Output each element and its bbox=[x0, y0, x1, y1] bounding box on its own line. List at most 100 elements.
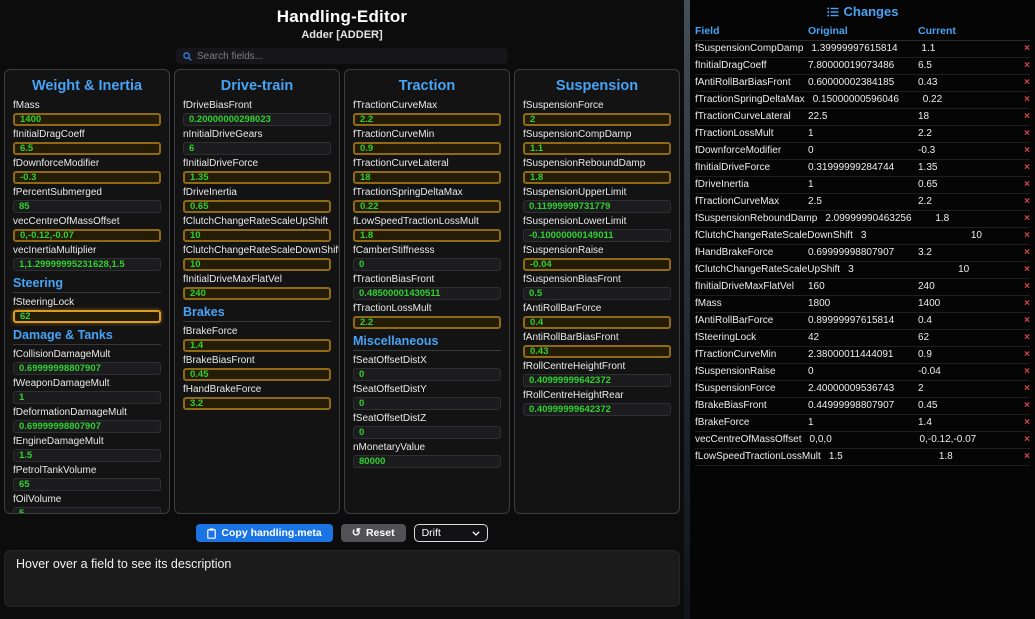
field-input-fSeatOffsetDistY[interactable] bbox=[353, 397, 501, 410]
reset-button-label: Reset bbox=[366, 527, 395, 539]
change-original: 1800 bbox=[808, 298, 918, 310]
field-input-fAntiRollBarForce[interactable] bbox=[523, 316, 671, 329]
field-input-fClutchChangeRateScaleDownShift[interactable] bbox=[183, 258, 331, 271]
field-input-fCamberStiffnesss[interactable] bbox=[353, 258, 501, 271]
field-label: fOilVolume bbox=[13, 494, 161, 505]
field-input-fHandBrakeForce[interactable] bbox=[183, 397, 331, 410]
remove-change-button[interactable]: × bbox=[1016, 264, 1030, 276]
remove-change-button[interactable]: × bbox=[1016, 400, 1030, 412]
field-input-fPercentSubmerged[interactable] bbox=[13, 200, 161, 213]
panel: Drive-trainfDriveBiasFrontnInitialDriveG… bbox=[174, 69, 340, 514]
field-input-nMonetaryValue[interactable] bbox=[353, 455, 501, 468]
field-input-fPetrolTankVolume[interactable] bbox=[13, 478, 161, 491]
change-original: 0.31999999284744 bbox=[808, 162, 918, 174]
field-input-fSteeringLock[interactable] bbox=[13, 310, 161, 323]
change-field: vecCentreOfMassOffset bbox=[695, 434, 810, 446]
change-current: -0.3 bbox=[918, 145, 1016, 157]
remove-change-button[interactable]: × bbox=[1016, 145, 1030, 157]
field-input-fBrakeForce[interactable] bbox=[183, 339, 331, 352]
field-input-fSuspensionUpperLimit[interactable] bbox=[523, 200, 671, 213]
field-label: fDriveInertia bbox=[183, 187, 331, 198]
field-fTractionCurveLateral: fTractionCurveLateral bbox=[353, 158, 501, 184]
field-input-fInitialDriveMaxFlatVel[interactable] bbox=[183, 287, 331, 300]
remove-change-button[interactable]: × bbox=[1016, 196, 1030, 208]
remove-change-button[interactable]: × bbox=[1016, 247, 1030, 259]
field-input-fAntiRollBarBiasFront[interactable] bbox=[523, 345, 671, 358]
field-input-fOilVolume[interactable] bbox=[13, 507, 161, 514]
changes-row: fTractionCurveMax2.52.2× bbox=[695, 194, 1030, 211]
remove-change-button[interactable]: × bbox=[1016, 60, 1030, 72]
field-input-nInitialDriveGears[interactable] bbox=[183, 142, 331, 155]
field-input-fSeatOffsetDistZ[interactable] bbox=[353, 426, 501, 439]
reset-button[interactable]: ↺ Reset bbox=[341, 524, 406, 542]
field-input-fDriveInertia[interactable] bbox=[183, 200, 331, 213]
search-bar[interactable] bbox=[176, 48, 508, 64]
field-input-fRollCentreHeightFront[interactable] bbox=[523, 374, 671, 387]
remove-change-button[interactable]: × bbox=[1016, 383, 1030, 395]
field-input-fCollisionDamageMult[interactable] bbox=[13, 362, 161, 375]
field-input-fTractionBiasFront[interactable] bbox=[353, 287, 501, 300]
column-header-field: Field bbox=[695, 25, 808, 37]
field-input-fSuspensionBiasFront[interactable] bbox=[523, 287, 671, 300]
change-original: 0,0,0 bbox=[810, 434, 920, 446]
remove-change-button[interactable]: × bbox=[1016, 111, 1030, 123]
field-input-fTractionCurveMin[interactable] bbox=[353, 142, 501, 155]
field-input-fLowSpeedTractionLossMult[interactable] bbox=[353, 229, 501, 242]
field-input-vecCentreOfMassOffset[interactable] bbox=[13, 229, 161, 242]
field-input-fMass[interactable] bbox=[13, 113, 161, 126]
remove-change-button[interactable]: × bbox=[1016, 349, 1030, 361]
remove-change-button[interactable]: × bbox=[1016, 451, 1030, 463]
remove-change-button[interactable]: × bbox=[1016, 332, 1030, 344]
field-input-fSeatOffsetDistX[interactable] bbox=[353, 368, 501, 381]
field-input-fSuspensionRaise[interactable] bbox=[523, 258, 671, 271]
field-input-fTractionCurveLateral[interactable] bbox=[353, 171, 501, 184]
field-columns: Weight & InertiafMassfInitialDragCoefffD… bbox=[0, 64, 684, 514]
remove-change-button[interactable]: × bbox=[1016, 213, 1030, 225]
field-label: vecInertiaMultiplier bbox=[13, 245, 161, 256]
field-input-fSuspensionForce[interactable] bbox=[523, 113, 671, 126]
field-input-fSuspensionLowerLimit[interactable] bbox=[523, 229, 671, 242]
field-input-fDeformationDamageMult[interactable] bbox=[13, 420, 161, 433]
remove-change-button[interactable]: × bbox=[1016, 77, 1030, 89]
field-input-fDownforceModifier[interactable] bbox=[13, 171, 161, 184]
field-input-fClutchChangeRateScaleUpShift[interactable] bbox=[183, 229, 331, 242]
change-current: 3.2 bbox=[918, 247, 1016, 259]
field-input-vecInertiaMultiplier[interactable] bbox=[13, 258, 161, 271]
section-title-damage-tanks: Damage & Tanks bbox=[13, 328, 161, 345]
remove-change-button[interactable]: × bbox=[1016, 230, 1030, 242]
field-input-fWeaponDamageMult[interactable] bbox=[13, 391, 161, 404]
field-input-fTractionSpringDeltaMax[interactable] bbox=[353, 200, 501, 213]
field-input-fEngineDamageMult[interactable] bbox=[13, 449, 161, 462]
field-input-fTractionLossMult[interactable] bbox=[353, 316, 501, 329]
copy-handling-button[interactable]: Copy handling.meta bbox=[196, 524, 332, 542]
field-input-fBrakeBiasFront[interactable] bbox=[183, 368, 331, 381]
preset-dropdown[interactable]: Drift bbox=[414, 524, 488, 542]
search-input[interactable] bbox=[197, 51, 501, 62]
remove-change-button[interactable]: × bbox=[1016, 298, 1030, 310]
remove-change-button[interactable]: × bbox=[1016, 94, 1030, 106]
remove-change-button[interactable]: × bbox=[1016, 43, 1030, 55]
change-original: 42 bbox=[808, 332, 918, 344]
changes-row: fAntiRollBarForce0.899999976158140.4× bbox=[695, 313, 1030, 330]
remove-change-button[interactable]: × bbox=[1016, 434, 1030, 446]
change-original: 0 bbox=[808, 366, 918, 378]
remove-change-button[interactable]: × bbox=[1016, 179, 1030, 191]
field-input-fSuspensionCompDamp[interactable] bbox=[523, 142, 671, 155]
field-input-fInitialDragCoeff[interactable] bbox=[13, 142, 161, 155]
remove-change-button[interactable]: × bbox=[1016, 366, 1030, 378]
change-field: fBrakeBiasFront bbox=[695, 400, 808, 412]
field-input-fDriveBiasFront[interactable] bbox=[183, 113, 331, 126]
change-current: 0,-0.12,-0.07 bbox=[920, 434, 1016, 446]
field-input-fRollCentreHeightRear[interactable] bbox=[523, 403, 671, 416]
change-current: 18 bbox=[918, 111, 1016, 123]
remove-change-button[interactable]: × bbox=[1016, 417, 1030, 429]
field-input-fTractionCurveMax[interactable] bbox=[353, 113, 501, 126]
field-input-fInitialDriveForce[interactable] bbox=[183, 171, 331, 184]
changes-panel: Changes Field Original Current fSuspensi… bbox=[690, 0, 1035, 619]
remove-change-button[interactable]: × bbox=[1016, 281, 1030, 293]
field-input-fSuspensionReboundDamp[interactable] bbox=[523, 171, 671, 184]
remove-change-button[interactable]: × bbox=[1016, 315, 1030, 327]
change-current: 0.43 bbox=[918, 77, 1016, 89]
remove-change-button[interactable]: × bbox=[1016, 162, 1030, 174]
remove-change-button[interactable]: × bbox=[1016, 128, 1030, 140]
